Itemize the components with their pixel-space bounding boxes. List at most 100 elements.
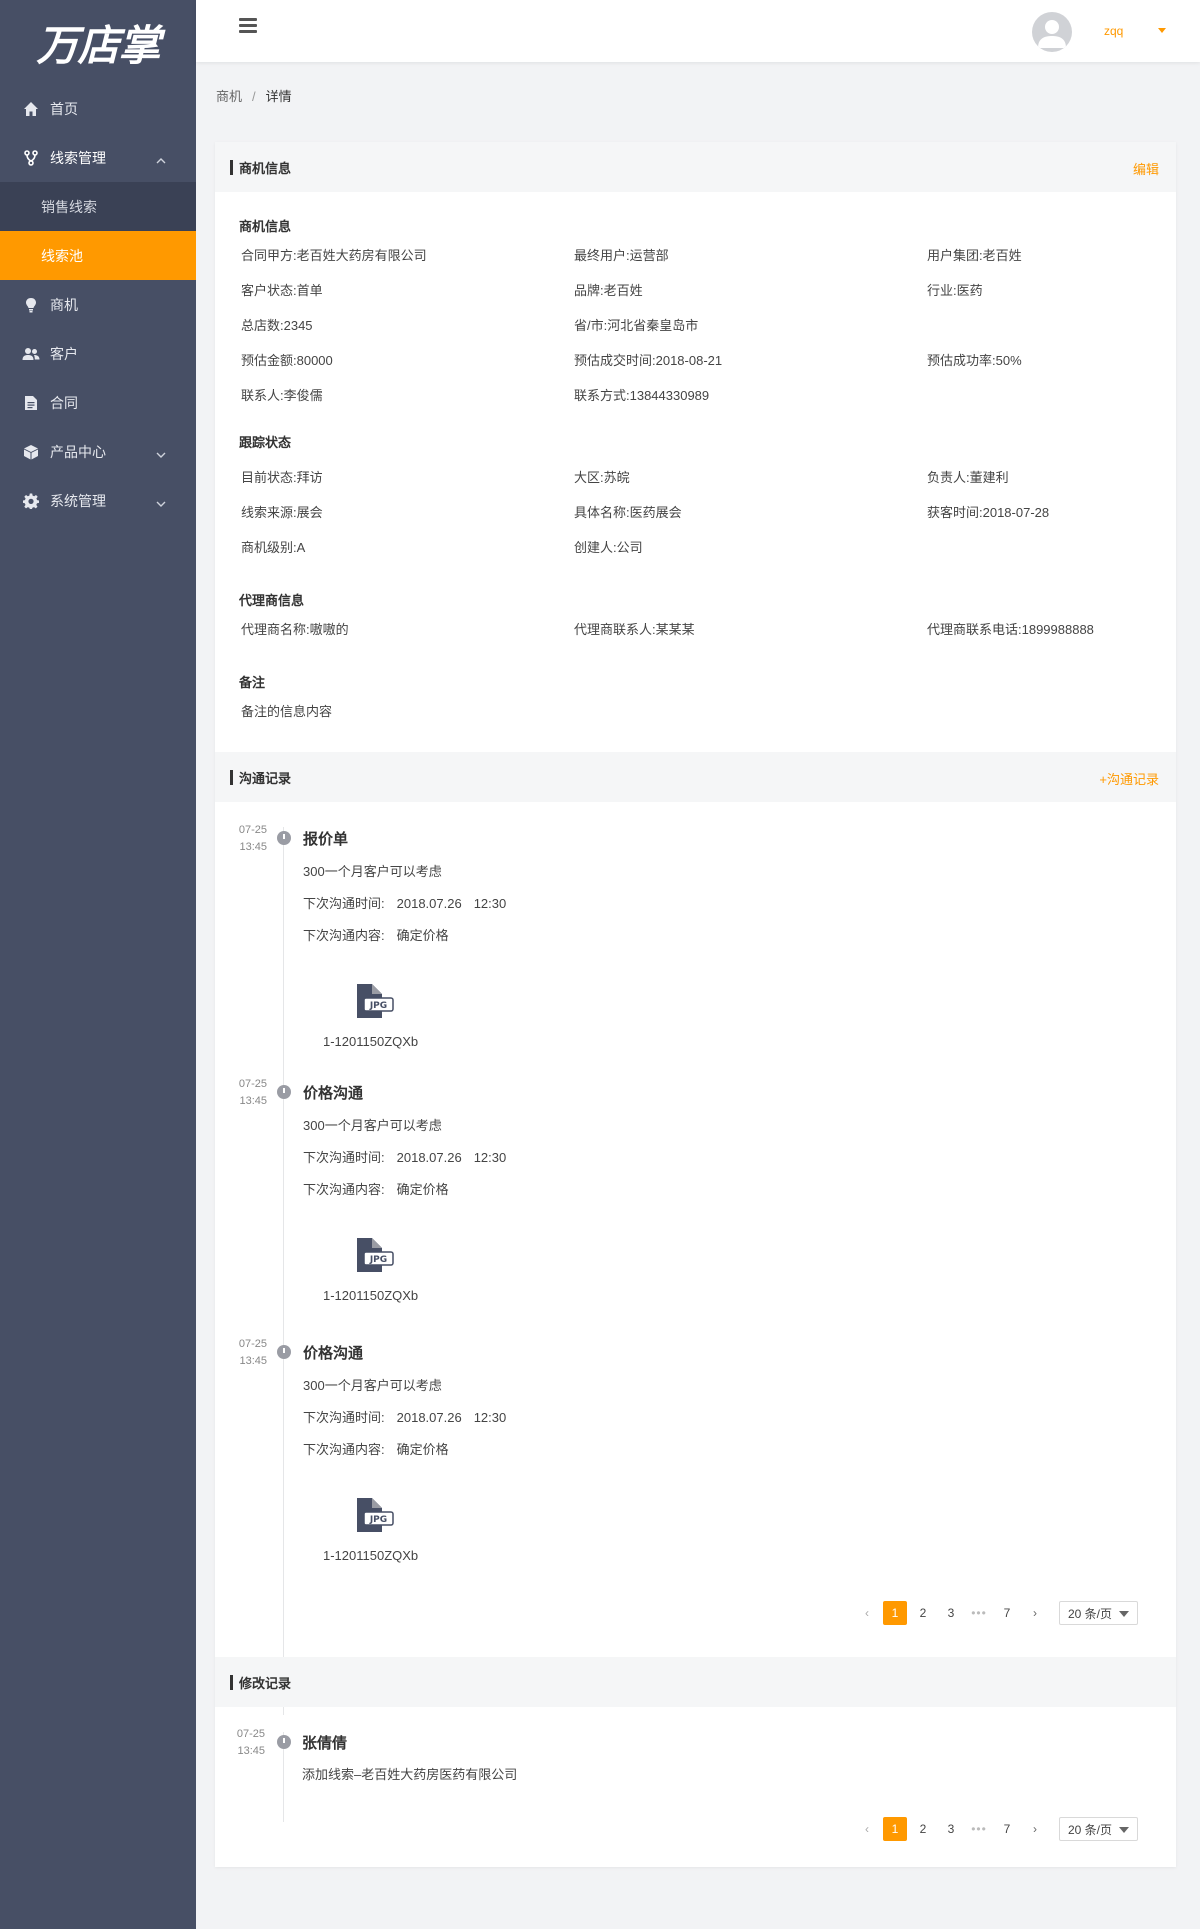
field-contact-phone: 联系方式:13844330989 [574, 388, 710, 403]
sidebar-item-label: 销售线索 [41, 198, 97, 215]
field-contract-party: 合同甲方:老百姓大药房有限公司 [241, 248, 427, 263]
modification-pagination: ‹ 1 2 3 ••• 7 › 20 条/页 [855, 1817, 1138, 1841]
pagination-next[interactable]: › [1023, 1817, 1047, 1841]
pagination-page[interactable]: 2 [911, 1601, 935, 1625]
breadcrumb-separator: / [252, 89, 256, 104]
pagination-page[interactable]: 2 [911, 1817, 935, 1841]
field-agent-phone: 代理商联系电话:1899988888 [927, 622, 1094, 637]
field-estimated-amount: 预估金额:80000 [241, 353, 333, 368]
pagination-page[interactable]: 3 [939, 1817, 963, 1841]
field-contact: 联系人:李俊儒 [241, 388, 323, 403]
timeline-date: 07-25 13:45 [238, 824, 267, 853]
field-end-user: 最终用户:运营部 [574, 248, 669, 263]
timeline-line [283, 827, 284, 1715]
caret-down-icon [1119, 1827, 1129, 1833]
clock-icon [277, 1735, 291, 1749]
pagination-prev[interactable]: ‹ [855, 1817, 879, 1841]
field-user-group: 用户集团:老百姓 [927, 248, 1022, 263]
section-title: 修改记录 [239, 1675, 292, 1691]
section-title: 商机信息 [239, 160, 292, 176]
sidebar-item-contract[interactable]: 合同 [0, 378, 196, 427]
logo-text: 万店掌 [36, 20, 160, 70]
communication-section-header: 沟通记录 +沟通记录 [215, 752, 1176, 802]
chevron-down-icon [156, 445, 166, 461]
file-name[interactable]: 1-1201150ZQXb [323, 1034, 418, 1049]
clock-icon [277, 1345, 291, 1359]
field-brand: 品牌:老百姓 [574, 283, 643, 298]
sidebar-item-label: 系统管理 [50, 492, 106, 509]
sidebar-item-label: 首页 [50, 100, 78, 117]
sidebar-item-leads[interactable]: 线索管理 [0, 133, 196, 182]
field-agent-name: 代理商名称:嗷嗷的 [241, 622, 349, 637]
chevron-up-icon [156, 151, 166, 167]
pagination-page[interactable]: 1 [883, 1601, 907, 1625]
jpg-file-icon[interactable]: JPG [356, 1498, 394, 1532]
timeline-date: 07-25 13:45 [238, 1338, 267, 1367]
menu-toggle-icon[interactable] [239, 18, 257, 34]
sidebar-item-system-management[interactable]: 系统管理 [0, 476, 196, 525]
field-opportunity-level: 商机级别:A [241, 540, 306, 555]
add-communication-button[interactable]: +沟通记录 [1099, 769, 1159, 788]
record-next-content: 下次沟通内容: 确定价格 [303, 1182, 449, 1197]
file-name[interactable]: 1-1201150ZQXb [323, 1288, 418, 1303]
record-next-time: 下次沟通时间: 2018.07.26 12:30 [303, 896, 507, 911]
pagination-page[interactable]: 7 [995, 1817, 1019, 1841]
username[interactable]: zqq [1104, 24, 1123, 38]
page-size-select[interactable]: 20 条/页 [1059, 1601, 1138, 1625]
field-specific-name: 具体名称:医药展会 [574, 505, 682, 520]
svg-text:JPG: JPG [369, 1255, 387, 1265]
sidebar-submenu-leads: 销售线索 线索池 [0, 182, 196, 280]
pagination-ellipsis[interactable]: ••• [967, 1601, 991, 1625]
sidebar-item-label: 线索管理 [50, 149, 106, 166]
pagination-page[interactable]: 1 [883, 1817, 907, 1841]
group-title-tracking: 跟踪状态 [239, 435, 292, 450]
lightbulb-icon [22, 296, 40, 314]
sidebar-item-product-center[interactable]: 产品中心 [0, 427, 196, 476]
users-icon [22, 345, 40, 363]
timeline-date: 07-25 13:45 [238, 1078, 267, 1107]
cube-icon [22, 443, 40, 461]
section-marker [230, 1674, 233, 1690]
pagination-ellipsis[interactable]: ••• [967, 1817, 991, 1841]
detail-card: 商机信息 编辑 商机信息 合同甲方:老百姓大药房有限公司 最终用户:运营部 用户… [215, 142, 1176, 1867]
sidebar-item-home[interactable]: 首页 [0, 84, 196, 133]
svg-text:JPG: JPG [369, 1001, 387, 1011]
sidebar: 万店掌 首页 线索管理 销售线索 线索池 商机 客户 合同 产品中心 系统管理 [0, 0, 196, 1929]
sidebar-item-label: 商机 [50, 296, 78, 313]
modification-section-header: 修改记录 [215, 1657, 1176, 1707]
document-icon [22, 394, 40, 412]
pagination-prev[interactable]: ‹ [855, 1601, 879, 1625]
pagination-next[interactable]: › [1023, 1601, 1047, 1625]
branch-icon [22, 149, 40, 167]
opportunity-section-header: 商机信息 编辑 [215, 142, 1176, 192]
file-name[interactable]: 1-1201150ZQXb [323, 1548, 418, 1563]
caret-down-icon[interactable] [1158, 28, 1166, 33]
pagination-page[interactable]: 3 [939, 1601, 963, 1625]
clock-icon [277, 1085, 291, 1099]
sidebar-item-sales-leads[interactable]: 销售线索 [0, 182, 196, 231]
sidebar-item-label: 产品中心 [50, 443, 106, 460]
sidebar-item-opportunity[interactable]: 商机 [0, 280, 196, 329]
section-title: 沟通记录 [239, 770, 292, 786]
section-marker [230, 159, 233, 175]
record-next-time: 下次沟通时间: 2018.07.26 12:30 [303, 1410, 507, 1425]
sidebar-item-label: 客户 [50, 345, 78, 362]
breadcrumb-parent[interactable]: 商机 [216, 89, 242, 104]
home-icon [22, 100, 40, 118]
caret-down-icon [1119, 1611, 1129, 1617]
logo[interactable]: 万店掌 [0, 0, 196, 84]
edit-button[interactable]: 编辑 [1133, 159, 1159, 178]
record-title: 报价单 [303, 831, 349, 848]
sidebar-item-lead-pool[interactable]: 线索池 [0, 231, 196, 280]
jpg-file-icon[interactable]: JPG [356, 1238, 394, 1272]
jpg-file-icon[interactable]: JPG [356, 984, 394, 1018]
pagination-page[interactable]: 7 [995, 1601, 1019, 1625]
sidebar-item-customer[interactable]: 客户 [0, 329, 196, 378]
section-marker [230, 769, 233, 785]
page-size-select[interactable]: 20 条/页 [1059, 1817, 1138, 1841]
field-acquired-time: 获客时间:2018-07-28 [927, 505, 1050, 520]
record-next-time: 下次沟通时间: 2018.07.26 12:30 [303, 1150, 507, 1165]
svg-text:JPG: JPG [369, 1515, 387, 1525]
avatar[interactable] [1032, 12, 1072, 52]
sidebar-item-label: 线索池 [41, 247, 83, 264]
